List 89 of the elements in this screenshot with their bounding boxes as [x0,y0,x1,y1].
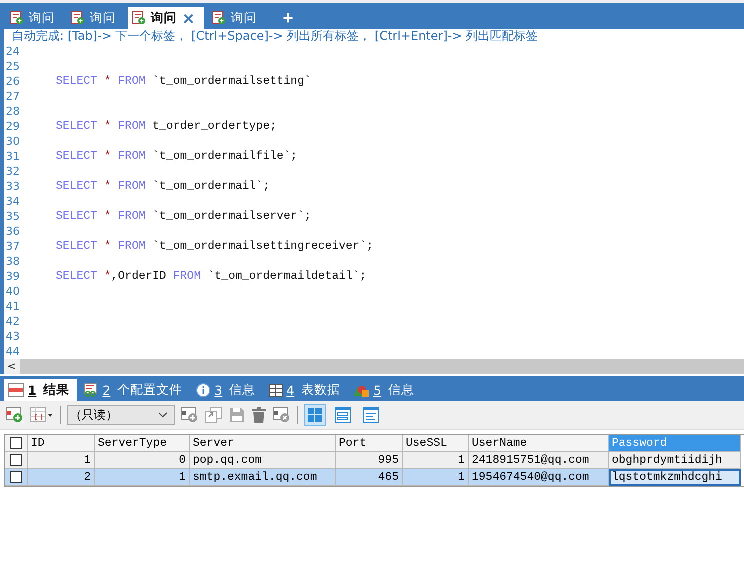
text-view-icon [363,407,379,423]
add-tab-button[interactable]: + [269,7,308,29]
line-number: 39 [5,269,21,284]
line-number: 28 [5,104,21,119]
select-all-checkbox[interactable] [10,437,22,449]
code-line: SELECT *,OrderID FROM `t_om_ordermaildetail`; [56,269,367,284]
add-row-icon[interactable] [6,407,24,423]
close-icon[interactable]: × [182,8,196,28]
code-line: SELECT * FROM `t_om_ordermailsettingreceiver`; [56,239,374,254]
form-view-button[interactable] [332,404,354,426]
text-view-button[interactable] [360,404,382,426]
column-header[interactable]: ID [28,435,95,452]
column-header[interactable]: UseSSL [403,435,469,452]
line-number: 25 [5,59,21,74]
column-header[interactable]: UserName [469,435,609,452]
line-number: 27 [5,89,21,104]
line-number: 33 [5,179,21,194]
table-cell: 1 [403,469,469,486]
result-tab[interactable]: 4 表数据 [264,379,348,401]
line-number: 42 [5,314,21,329]
info-icon [196,382,211,398]
line-number: 24 [5,44,21,59]
grid-view-icon [307,407,323,423]
table-cell: 1 [95,469,190,486]
query-tab[interactable]: 询问 [6,7,63,29]
table-cell: 2 [28,469,95,486]
autocomplete-hint: 自动完成: [Tab]-> 下一个标签， [Ctrl+Space]-> 列出所有标签， [Ctrl+Enter]-> 列出匹配标签 [0,29,744,44]
table-cell: 0 [95,452,190,469]
column-header[interactable]: Port [336,435,403,452]
table-icon [268,384,283,396]
result-tab[interactable]: 5 信息 [350,379,422,401]
table-cell: smtp.exmail.qq.com [190,469,336,486]
line-number: 35 [5,209,21,224]
query-tab[interactable]: 询问 × [128,7,204,29]
code-line: SELECT * FROM `t_om_ordermail`; [56,179,270,194]
scroll-left-button[interactable]: < [4,359,20,374]
line-number: 29 [5,119,21,134]
code-line: SELECT * FROM `t_om_ordermailsetting` [56,74,312,89]
result-tab[interactable]: 3 信息 [192,379,263,401]
line-number: 30 [5,134,21,149]
query-file-icon [132,11,146,25]
table-cell: 995 [336,452,403,469]
column-header[interactable]: ServerType [95,435,190,452]
horizontal-scrollbar[interactable]: < [0,359,744,374]
table-cell: 465 [336,469,403,486]
line-number: 34 [5,194,21,209]
result-grid-icon [8,383,24,397]
query-tab[interactable]: 询问 [67,7,124,29]
grid-dropdown-icon[interactable] [30,407,54,423]
trash-icon[interactable] [251,407,267,423]
form-view-icon [335,407,351,423]
line-number: 36 [5,224,21,239]
profile-icon [82,383,99,397]
row-checkbox[interactable] [10,471,22,483]
table-cell: lqstotmkzmhdcghi [609,469,741,486]
code-line: SELECT * FROM `t_om_ordermailserver`; [56,209,312,224]
result-tab[interactable]: 1 结果 [4,379,77,401]
delete-row-icon[interactable] [273,407,291,423]
line-number: 43 [5,329,21,344]
query-file-icon [212,11,226,25]
table-cell: 1 [28,452,95,469]
result-tab[interactable]: 2 个配置文件 [78,379,190,401]
save-icon[interactable] [229,407,245,423]
code-line: SELECT * FROM t_order_ordertype; [56,119,277,134]
line-number: 41 [5,299,21,314]
table-cell: obghprdymtiidijh [609,452,741,469]
duplicate-icon[interactable] [205,407,223,423]
mode-dropdown[interactable]: （只读） [67,405,175,425]
query-file-icon [10,11,24,25]
line-number: 26 [5,74,21,89]
query-tab[interactable]: 询问 [208,7,265,29]
table-cell: 1 [403,452,469,469]
line-number: 32 [5,164,21,179]
table-cell: pop.qq.com [190,452,336,469]
code-line: SELECT * FROM `t_om_ordermailfile`; [56,149,298,164]
line-number: 38 [5,254,21,269]
query-file-icon [71,11,85,25]
chevron-down-icon [158,412,168,418]
line-number: 44 [5,344,21,359]
insert-row-icon[interactable] [181,407,199,423]
table-cell: 1954674540@qq.com [469,469,609,486]
shapes-icon [354,383,370,397]
line-number: 31 [5,149,21,164]
table-cell: 2418915751@qq.com [469,452,609,469]
line-number: 37 [5,239,21,254]
column-header[interactable]: Server [190,435,336,452]
grid-view-button[interactable] [304,404,326,426]
line-number: 40 [5,284,21,299]
row-checkbox[interactable] [10,454,22,466]
